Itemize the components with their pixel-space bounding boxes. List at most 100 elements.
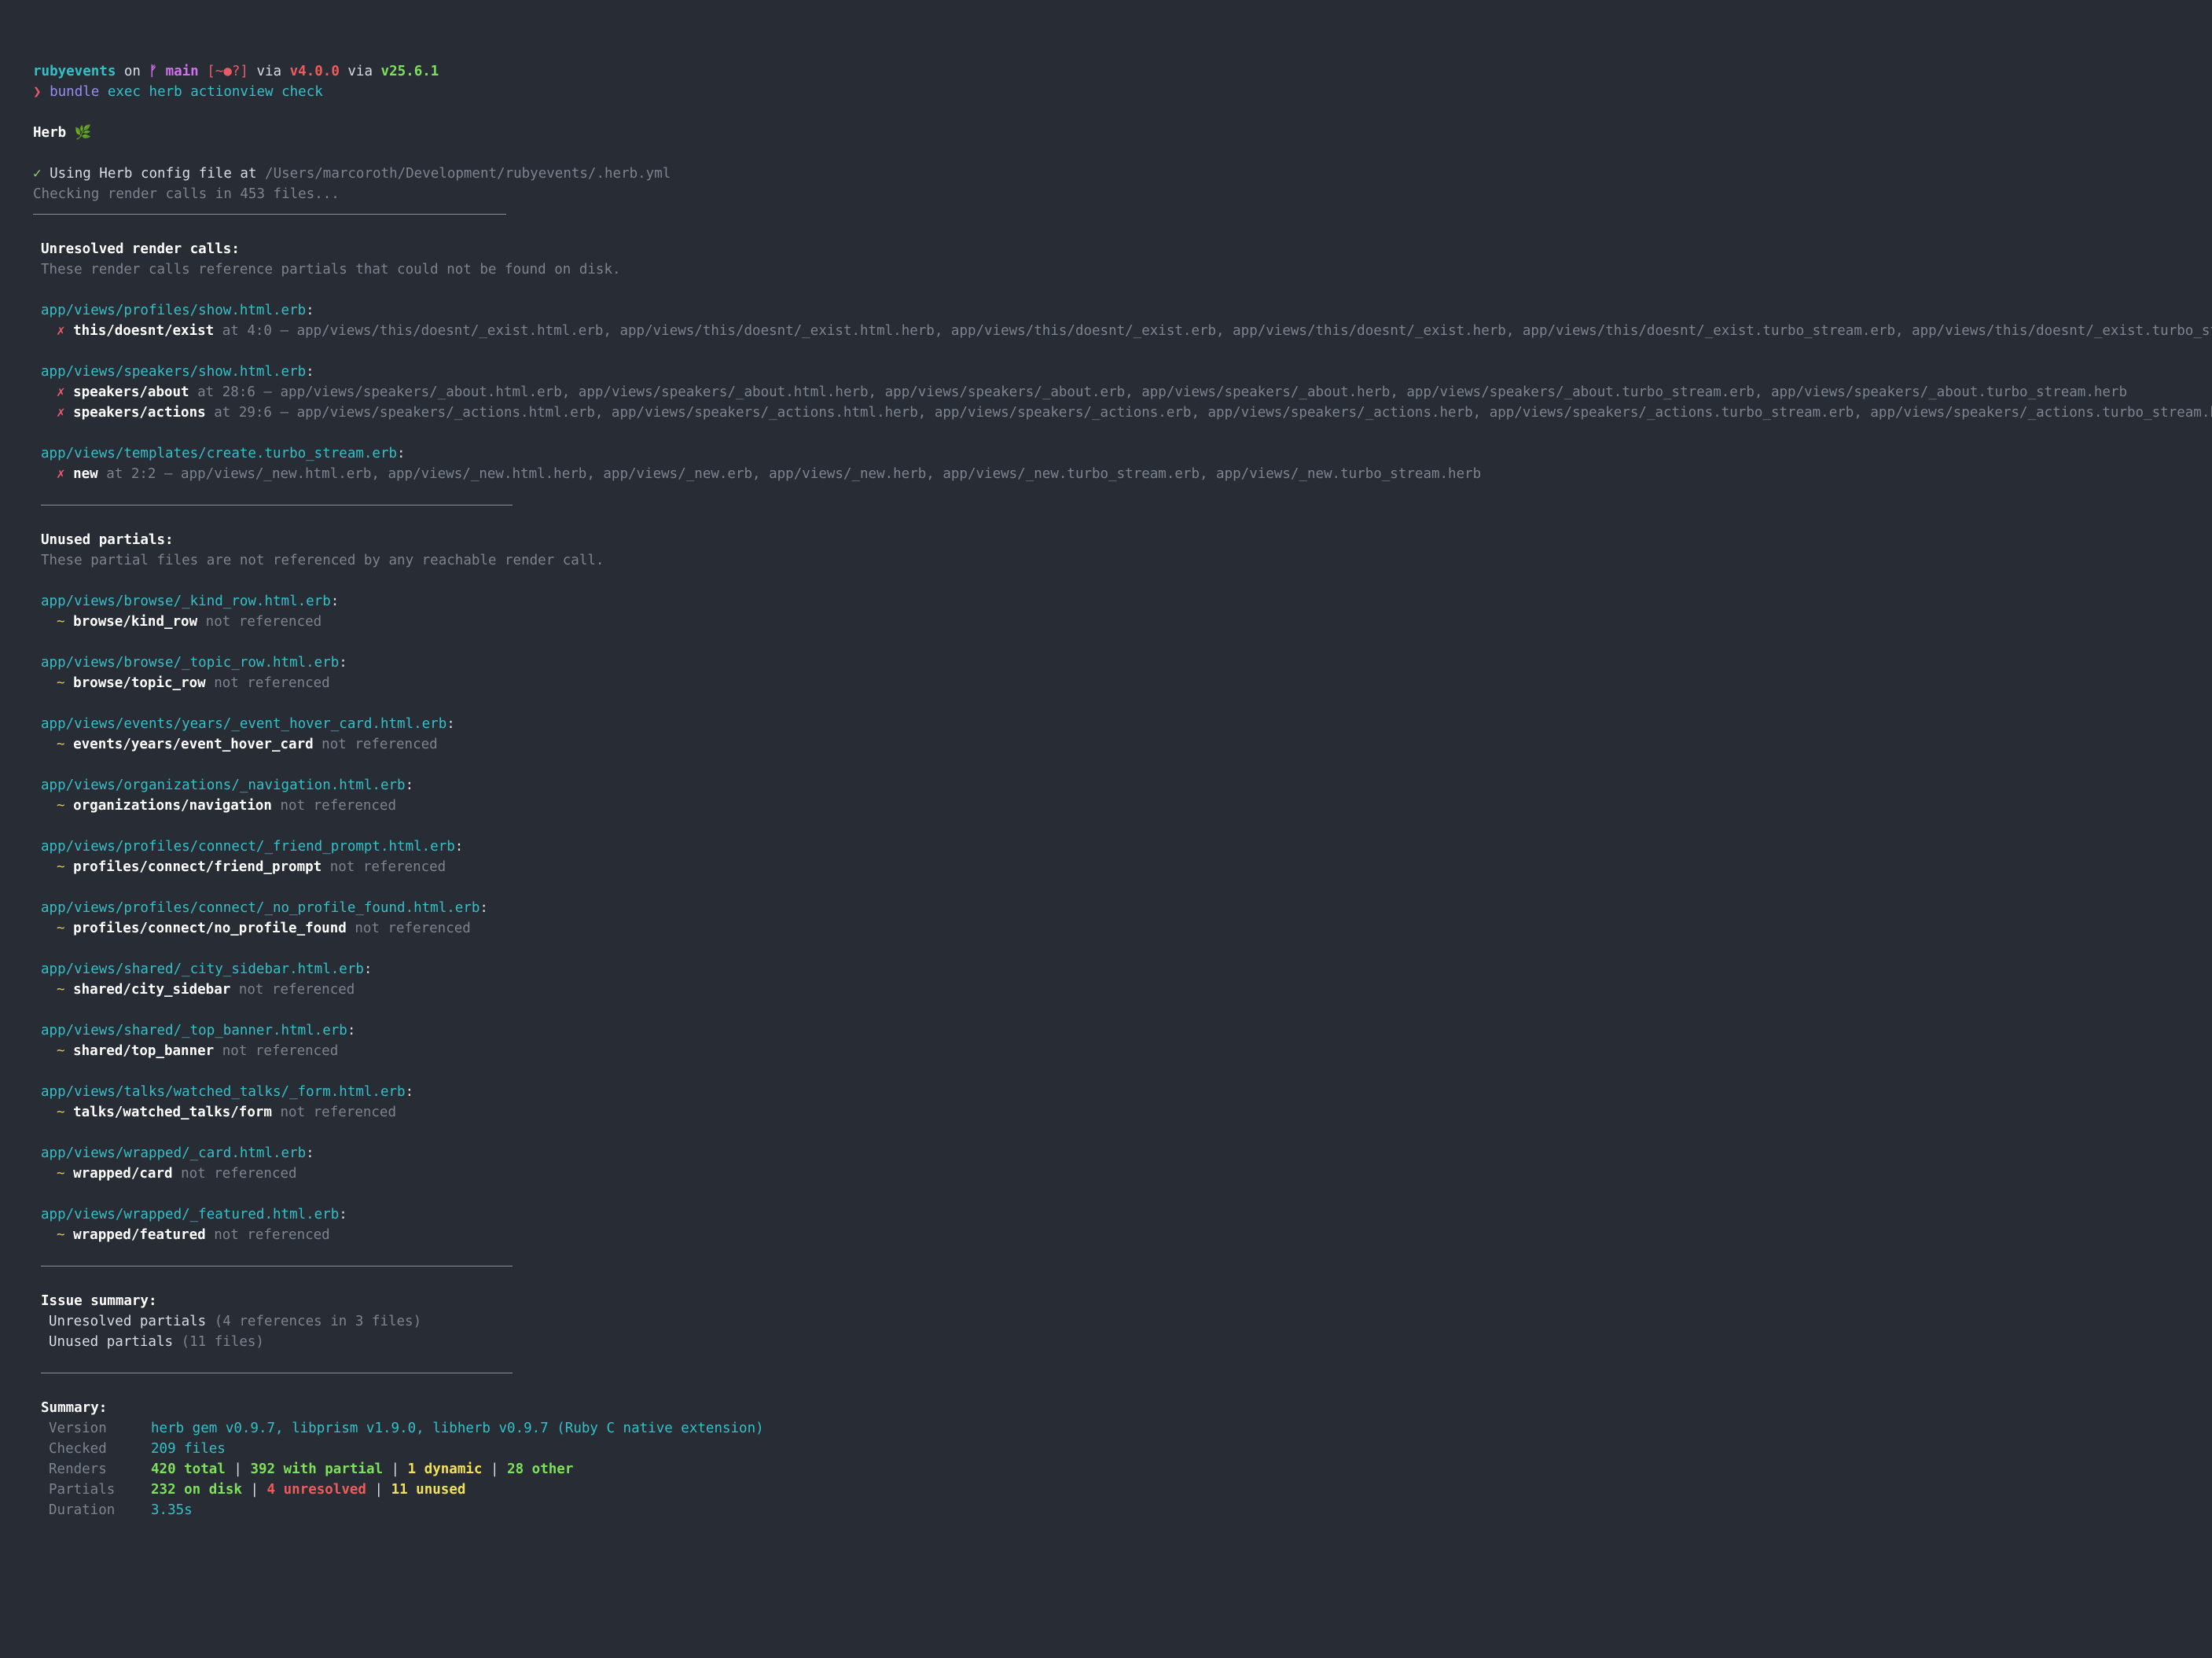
unused-partial-item: ~ wrapped/featured not referenced <box>33 1225 2196 1245</box>
unused-partial-item: ~ events/years/event_hover_card not refe… <box>33 734 2196 755</box>
unused-file-row: app/views/shared/_top_banner.html.erb: <box>33 1020 2196 1041</box>
unused-file-row: app/views/organizations/_navigation.html… <box>33 775 2196 796</box>
unused-partial-item: ~ browse/kind_row not referenced <box>33 612 2196 632</box>
partial-name: browse/kind_row <box>73 614 198 630</box>
partial-name: browse/topic_row <box>73 675 206 691</box>
unresolved-file-row: app/views/templates/create.turbo_stream.… <box>33 443 2196 464</box>
duration-label: Duration <box>49 1502 116 1518</box>
issue-unresolved-row: Unresolved partials (4 references in 3 f… <box>33 1311 2196 1332</box>
separator: | <box>241 1482 267 1498</box>
prompt-via-ruby: via <box>248 64 290 79</box>
issue-unresolved-label: Unresolved partials <box>49 1314 207 1329</box>
unused-file-path[interactable]: app/views/profiles/connect/_friend_promp… <box>41 839 455 855</box>
partials-unresolved: 4 unresolved <box>266 1482 366 1498</box>
unresolved-render-item: ✗ speakers/actions at 29:6 – app/views/s… <box>33 403 2212 423</box>
not-referenced-note: not referenced <box>205 1227 330 1243</box>
unresolved-file-path[interactable]: app/views/profiles/show.html.erb <box>41 303 306 318</box>
unused-partial-item: ~ organizations/navigation not reference… <box>33 796 2196 816</box>
tilde-icon: ~ <box>57 675 65 691</box>
partial-name: speakers/about <box>73 384 189 400</box>
shell-prompt: rubyevents on ᚠ main [~●?] via v4.0.0 vi… <box>33 61 2196 82</box>
tilde-icon: ~ <box>57 1105 65 1120</box>
unresolved-title: Unresolved render calls: <box>41 241 240 257</box>
colon: : <box>339 655 347 671</box>
unused-title: Unused partials: <box>41 532 174 548</box>
unused-file-path[interactable]: app/views/wrapped/_featured.html.erb <box>41 1207 339 1222</box>
prompt-directory: rubyevents <box>33 64 116 79</box>
tilde-icon: ~ <box>57 1166 65 1182</box>
partials-unused: 11 unused <box>391 1482 466 1498</box>
colon: : <box>306 364 314 380</box>
partial-name: wrapped/featured <box>73 1227 206 1243</box>
cross-icon: ✗ <box>57 405 65 421</box>
cross-icon: ✗ <box>57 384 65 400</box>
herb-header: Herb 🌿 <box>33 123 2196 143</box>
unused-file-path[interactable]: app/views/shared/_top_banner.html.erb <box>41 1023 347 1039</box>
colon: : <box>306 303 314 318</box>
unused-file-path[interactable]: app/views/shared/_city_sidebar.html.erb <box>41 961 364 977</box>
colon: : <box>397 446 406 461</box>
unused-partial-item: ~ browse/topic_row not referenced <box>33 673 2196 693</box>
not-referenced-note: not referenced <box>172 1166 297 1182</box>
unresolved-file-path[interactable]: app/views/speakers/show.html.erb <box>41 364 306 380</box>
version-value: herb gem v0.9.7, libprism v1.9.0, libher… <box>151 1421 764 1436</box>
not-referenced-note: not referenced <box>197 614 322 630</box>
cross-icon: ✗ <box>57 323 65 339</box>
separator: | <box>482 1461 508 1477</box>
separator: | <box>383 1461 408 1477</box>
tilde-icon: ~ <box>57 859 65 875</box>
tilde-icon: ~ <box>57 921 65 936</box>
command-args: exec herb actionview check <box>107 84 323 100</box>
terminal-output: rubyevents on ᚠ main [~●?] via v4.0.0 vi… <box>33 61 2212 1520</box>
unused-groups: app/views/browse/_kind_row.html.erb: ~ br… <box>33 571 2196 1245</box>
not-referenced-note: not referenced <box>271 1105 397 1120</box>
unused-description: These partial files are not referenced b… <box>41 553 604 568</box>
unresolved-render-item: ✗ speakers/about at 28:6 – app/views/spe… <box>33 382 2196 403</box>
check-icon: ✓ <box>33 166 42 182</box>
command-line[interactable]: ❯ bundle exec herb actionview check <box>33 82 2196 102</box>
tilde-icon: ~ <box>57 614 65 630</box>
colon: : <box>480 900 488 916</box>
colon: : <box>454 839 464 855</box>
prompt-branch: main <box>165 64 199 79</box>
unused-file-path[interactable]: app/views/browse/_kind_row.html.erb <box>41 594 331 609</box>
unresolved-file-row: app/views/profiles/show.html.erb: <box>33 300 2196 321</box>
checking-status: Checking render calls in 453 files... <box>33 186 340 202</box>
issue-unused-detail: (11 files) <box>173 1334 264 1350</box>
unused-file-path[interactable]: app/views/talks/watched_talks/_form.html… <box>41 1084 406 1100</box>
not-referenced-note: not referenced <box>271 798 397 814</box>
unused-file-row: app/views/profiles/connect/_no_profile_f… <box>33 898 2196 918</box>
separator: | <box>366 1482 391 1498</box>
unused-file-path[interactable]: app/views/events/years/_event_hover_card… <box>41 716 446 732</box>
unused-file-path[interactable]: app/views/wrapped/_card.html.erb <box>41 1145 306 1161</box>
unused-partial-item: ~ shared/city_sidebar not referenced <box>33 980 2196 1000</box>
colon: : <box>339 1207 347 1222</box>
renders-total: 420 total <box>151 1461 226 1477</box>
lookup-paths: at 2:2 – app/views/_new.html.erb, app/vi… <box>97 466 1482 482</box>
unused-file-path[interactable]: app/views/organizations/_navigation.html… <box>41 778 406 793</box>
unresolved-file-path[interactable]: app/views/templates/create.turbo_stream.… <box>41 446 397 461</box>
herb-title: Herb <box>33 125 67 141</box>
config-line: ✓ Using Herb config file at /Users/marco… <box>33 164 2196 184</box>
duration-value: 3.35s <box>151 1502 193 1518</box>
cross-icon: ✗ <box>57 466 65 482</box>
issue-unresolved-detail: (4 references in 3 files) <box>206 1314 422 1329</box>
unresolved-groups: app/views/profiles/show.html.erb: ✗ this/… <box>33 280 2212 484</box>
unused-file-path[interactable]: app/views/profiles/connect/_no_profile_f… <box>41 900 480 916</box>
partial-name: shared/top_banner <box>73 1043 215 1059</box>
checked-value: 209 files <box>151 1441 226 1457</box>
checked-label: Checked <box>49 1441 107 1457</box>
unused-file-path[interactable]: app/views/browse/_topic_row.html.erb <box>41 655 339 671</box>
colon: : <box>330 594 340 609</box>
